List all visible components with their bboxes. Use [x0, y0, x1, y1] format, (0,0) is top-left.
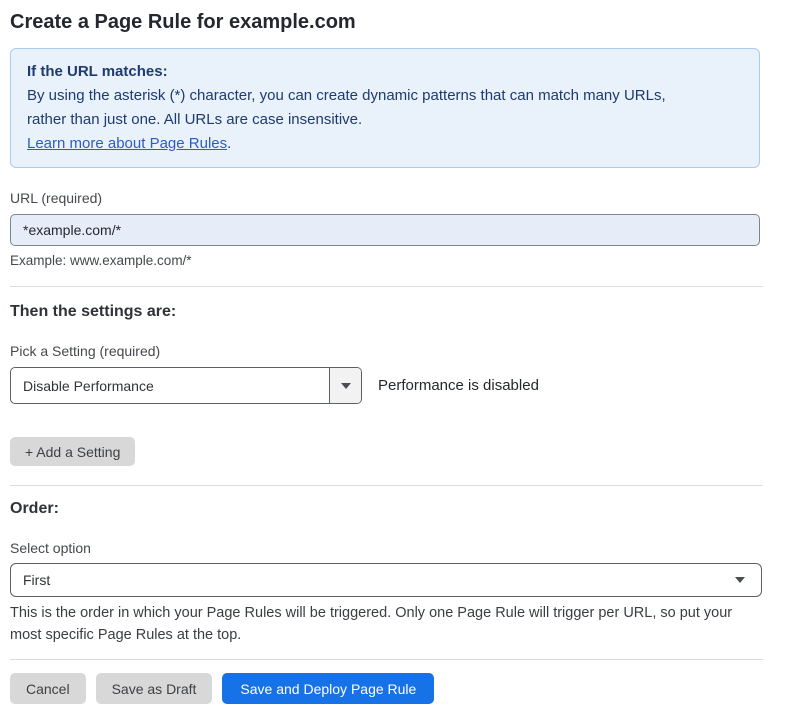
save-draft-button[interactable]: Save as Draft: [96, 673, 213, 704]
order-description-text: This is the order in which your Page Rul…: [10, 602, 750, 646]
link-period: .: [227, 135, 231, 152]
order-section-heading: Order:: [10, 499, 790, 518]
create-page-rule-form: Create a Page Rule for example.com If th…: [0, 0, 790, 704]
setting-select-arrow-button[interactable]: [329, 368, 361, 403]
order-select-label: Select option: [10, 540, 790, 557]
url-label: URL (required): [10, 190, 790, 207]
setting-select-value: Disable Performance: [11, 368, 329, 403]
order-select[interactable]: First: [10, 563, 762, 597]
info-box-link-line: Learn more about Page Rules.: [27, 132, 743, 156]
footer-divider: [10, 659, 763, 660]
page-title: Create a Page Rule for example.com: [10, 10, 790, 34]
chevron-down-icon: [735, 577, 745, 583]
url-example-text: Example: www.example.com/*: [10, 253, 790, 269]
section-divider: [10, 485, 763, 486]
setting-select[interactable]: Disable Performance: [10, 367, 362, 404]
save-deploy-button[interactable]: Save and Deploy Page Rule: [222, 673, 434, 704]
learn-more-page-rules-link[interactable]: Learn more about Page Rules: [27, 135, 227, 152]
add-setting-button[interactable]: + Add a Setting: [10, 437, 135, 466]
settings-section-heading: Then the settings are:: [10, 302, 790, 321]
section-divider: [10, 286, 763, 287]
setting-row: Disable Performance Performance is disab…: [10, 367, 790, 404]
url-input[interactable]: [10, 214, 760, 246]
pick-setting-label: Pick a Setting (required): [10, 343, 790, 360]
chevron-down-icon: [341, 383, 351, 389]
footer-button-row: Cancel Save as Draft Save and Deploy Pag…: [10, 673, 790, 704]
info-box-heading: If the URL matches:: [27, 60, 743, 84]
info-box-body: By using the asterisk (*) character, you…: [27, 84, 697, 132]
cancel-button[interactable]: Cancel: [10, 673, 86, 704]
order-select-value: First: [23, 572, 50, 588]
url-matches-info-box: If the URL matches: By using the asteris…: [10, 48, 760, 168]
setting-status-text: Performance is disabled: [378, 377, 539, 394]
